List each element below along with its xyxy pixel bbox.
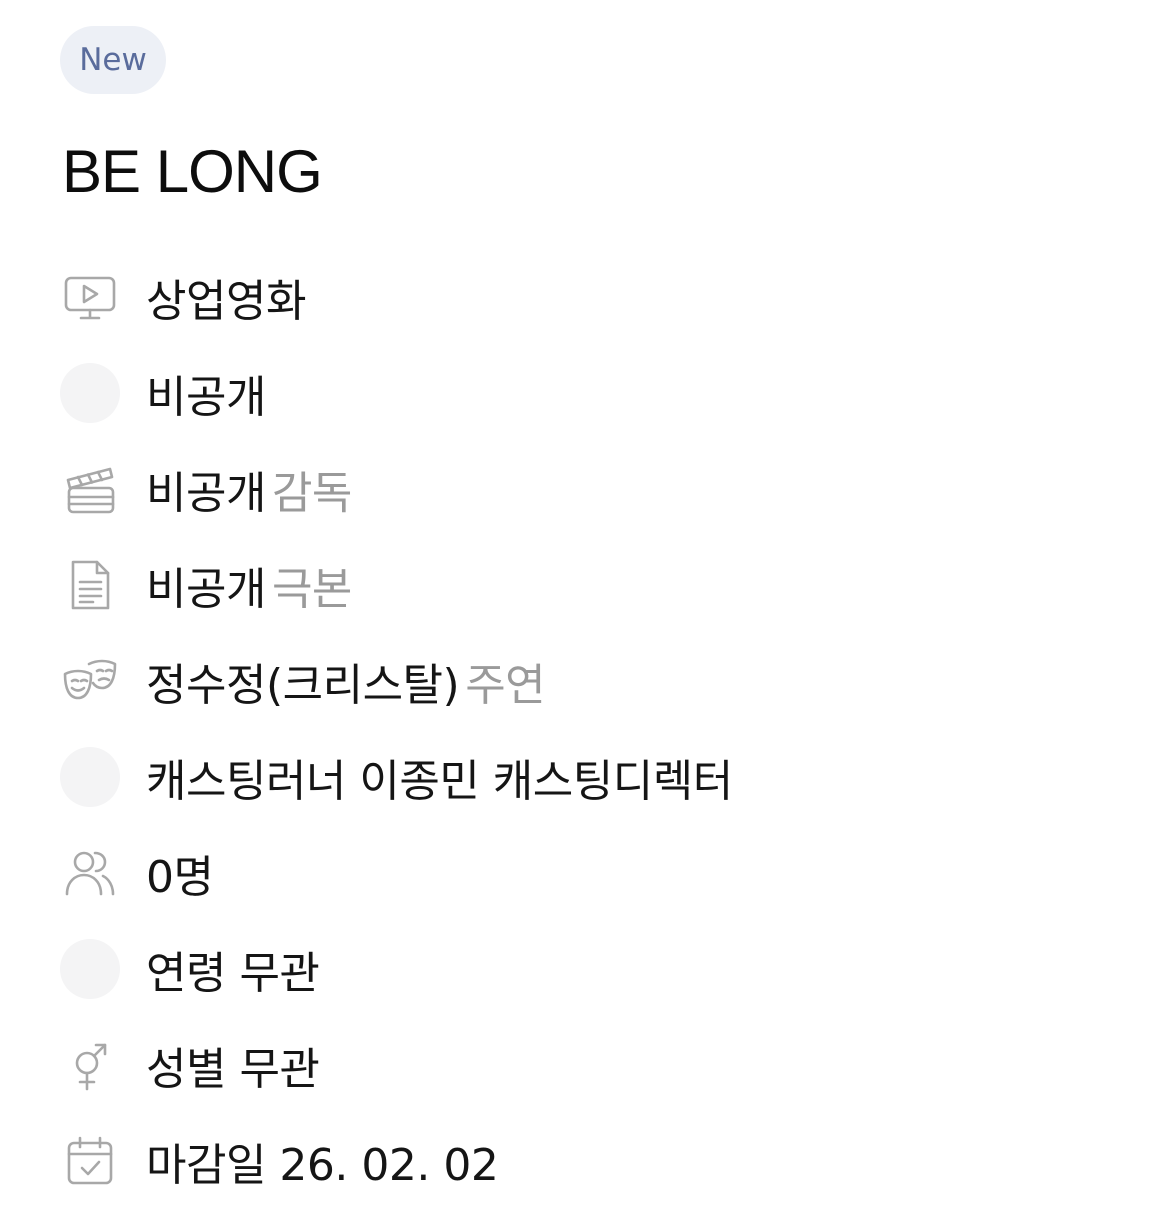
info-row-writer: 비공개 극본	[60, 545, 352, 625]
writer-role: 극본	[271, 564, 352, 615]
info-row-category: 상업영화	[60, 257, 306, 337]
casting-avatar-placeholder	[60, 747, 120, 807]
info-row-director: 비공개 감독	[60, 449, 352, 529]
director-name: 비공개	[146, 468, 266, 519]
info-row-company: 비공개	[60, 353, 266, 433]
company-text: 비공개	[146, 372, 266, 423]
lead-actor-name: 정수정(크리스탈)	[146, 660, 460, 711]
info-row-casting: 캐스팅러너 이종민 캐스팅디렉터	[60, 737, 733, 817]
monitor-play-icon	[60, 267, 120, 327]
headcount-text: 0명	[146, 852, 214, 903]
casting-director-text: 캐스팅러너 이종민 캐스팅디렉터	[146, 756, 733, 807]
info-row-deadline: 마감일 26. 02. 02	[60, 1121, 499, 1201]
users-icon	[60, 843, 120, 903]
clapperboard-icon	[60, 459, 120, 519]
info-row-age: 연령 무관	[60, 929, 320, 1009]
age-avatar-placeholder	[60, 939, 120, 999]
gender-text: 성별 무관	[146, 1044, 320, 1095]
age-text: 연령 무관	[146, 948, 320, 999]
deadline-text: 마감일 26. 02. 02	[146, 1140, 499, 1191]
gender-icon	[60, 1035, 120, 1095]
info-row-lead: 정수정(크리스탈) 주연	[60, 641, 546, 721]
company-avatar-placeholder	[60, 363, 120, 423]
document-icon	[60, 555, 120, 615]
info-row-headcount: 0명	[60, 833, 214, 913]
theater-masks-icon	[60, 651, 120, 711]
info-row-gender: 성별 무관	[60, 1025, 320, 1105]
category-text: 상업영화	[146, 276, 306, 327]
lead-role: 주연	[465, 660, 546, 711]
calendar-check-icon	[60, 1131, 120, 1191]
director-role: 감독	[271, 468, 352, 519]
new-badge: New	[60, 26, 166, 94]
writer-name: 비공개	[146, 564, 266, 615]
page-title: BE LONG	[62, 138, 323, 205]
